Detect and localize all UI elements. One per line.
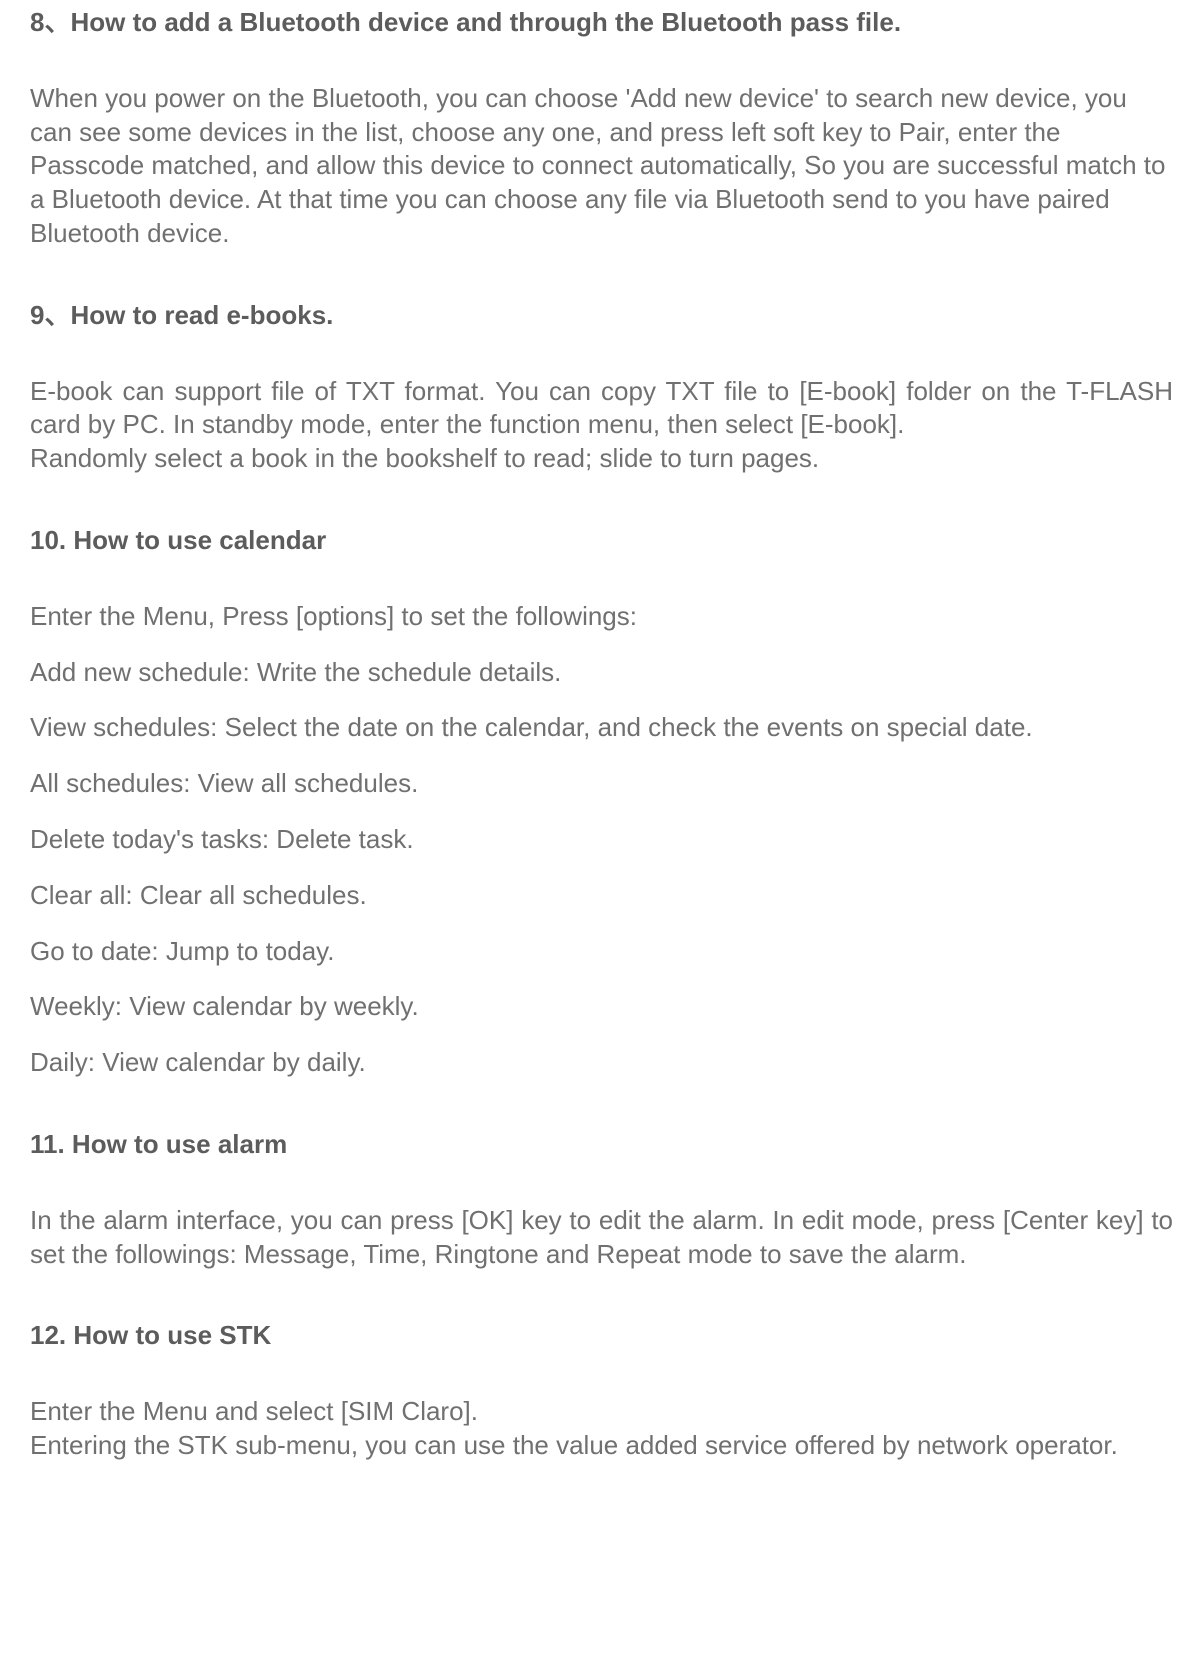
heading-10-calendar: 10. How to use calendar xyxy=(30,524,1173,558)
calendar-item-daily: Daily: View calendar by daily. xyxy=(30,1046,1173,1080)
calendar-item-all-schedules: All schedules: View all schedules. xyxy=(30,767,1173,801)
heading-12-stk: 12. How to use STK xyxy=(30,1319,1173,1353)
paragraph-8-1: When you power on the Bluetooth, you can… xyxy=(30,82,1173,251)
calendar-item-weekly: Weekly: View calendar by weekly. xyxy=(30,990,1173,1024)
calendar-item-delete-today: Delete today's tasks: Delete task. xyxy=(30,823,1173,857)
paragraph-10-intro: Enter the Menu, Press [options] to set t… xyxy=(30,600,1173,634)
calendar-item-go-to-date: Go to date: Jump to today. xyxy=(30,935,1173,969)
paragraph-9-1: E-book can support file of TXT format. Y… xyxy=(30,375,1173,443)
paragraph-9-2: Randomly select a book in the bookshelf … xyxy=(30,442,1173,476)
calendar-item-view-schedules: View schedules: Select the date on the c… xyxy=(30,711,1173,745)
paragraph-12-2: Entering the STK sub-menu, you can use t… xyxy=(30,1429,1173,1463)
heading-11-alarm: 11. How to use alarm xyxy=(30,1128,1173,1162)
document-page: 8、How to add a Bluetooth device and thro… xyxy=(0,6,1203,1525)
calendar-item-clear-all: Clear all: Clear all schedules. xyxy=(30,879,1173,913)
calendar-item-add-new: Add new schedule: Write the schedule det… xyxy=(30,656,1173,690)
paragraph-12-1: Enter the Menu and select [SIM Claro]. xyxy=(30,1395,1173,1429)
paragraph-11-1: In the alarm interface, you can press [O… xyxy=(30,1204,1173,1272)
heading-9-ebooks: 9、How to read e-books. xyxy=(30,299,1173,333)
heading-8-bluetooth: 8、How to add a Bluetooth device and thro… xyxy=(30,6,1173,40)
